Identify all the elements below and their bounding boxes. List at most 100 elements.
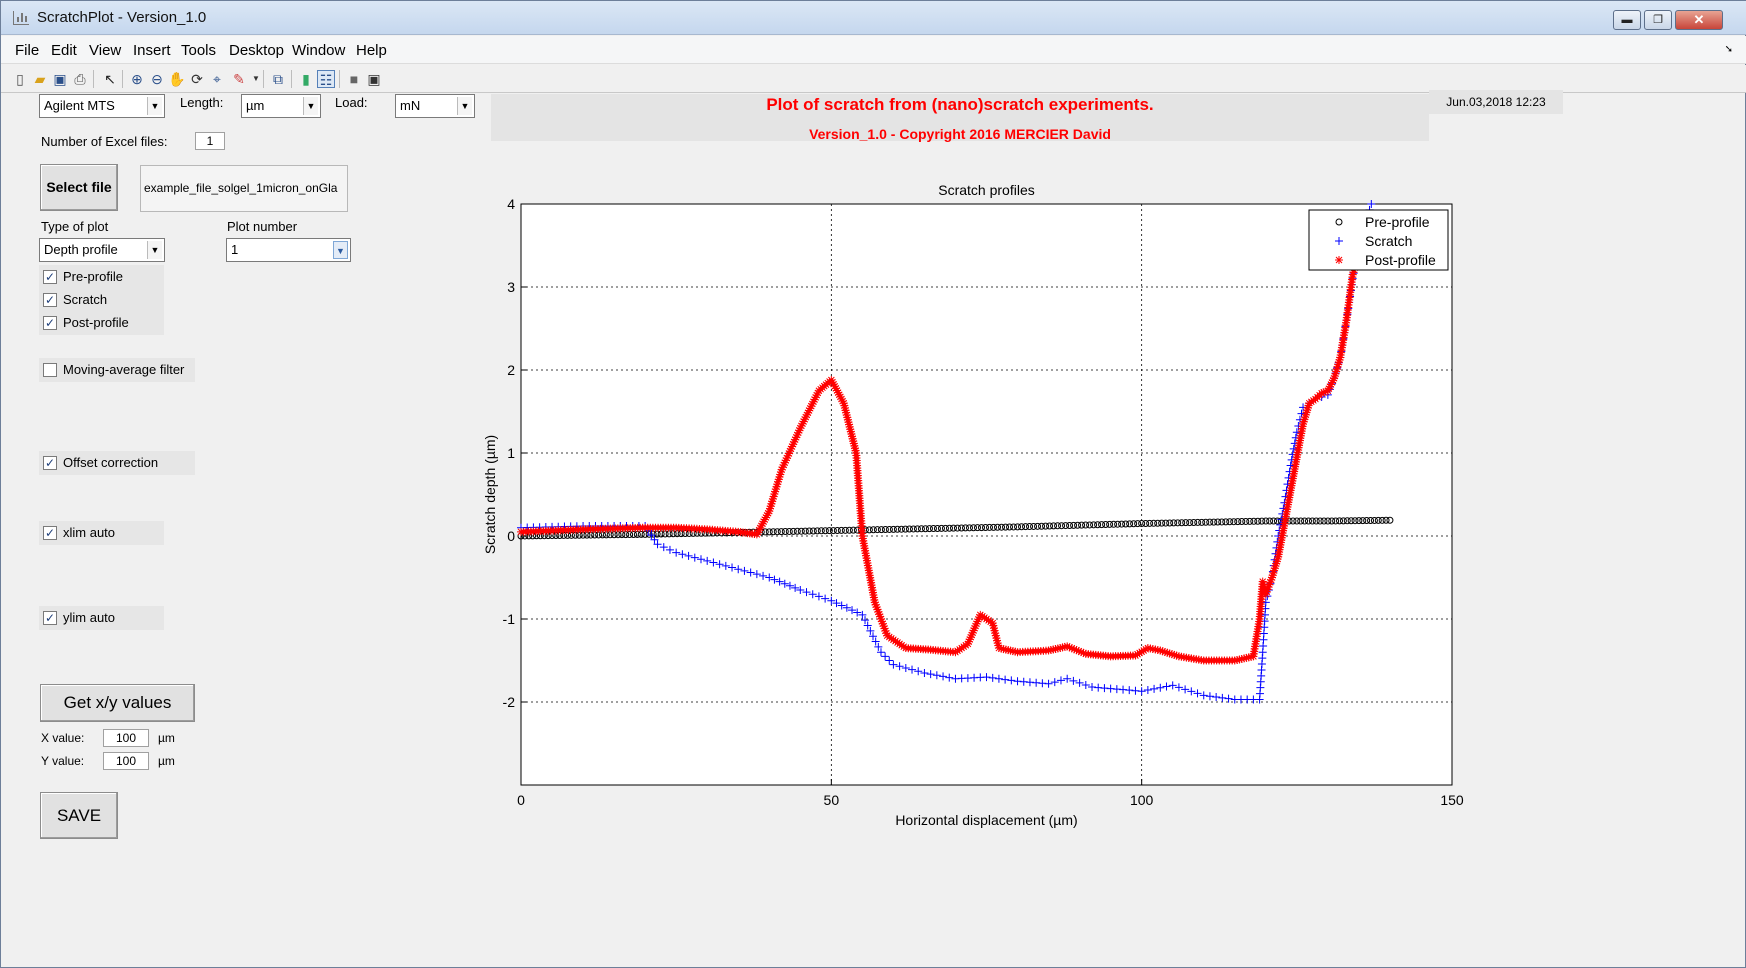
hide-plot-tools-icon[interactable]: ■ xyxy=(345,70,363,88)
x-axis-label: Horizontal displacement (µm) xyxy=(895,812,1077,828)
toolbar-separator xyxy=(93,70,94,88)
save-button[interactable]: SAVE xyxy=(40,792,118,839)
x-tick-label: 150 xyxy=(1440,792,1464,808)
y-tick-label: 0 xyxy=(507,528,515,544)
checkbox-check-icon: ✓ xyxy=(43,526,57,540)
chart-title: Scratch profiles xyxy=(938,182,1034,198)
new-file-icon[interactable]: ▯ xyxy=(11,70,29,88)
toolbar-separator xyxy=(291,70,292,88)
close-button[interactable]: ✕ xyxy=(1675,10,1723,30)
type-of-plot-value: Depth profile xyxy=(44,242,118,257)
get-xy-values-button[interactable]: Get x/y values xyxy=(40,684,195,722)
load-label: Load: xyxy=(335,95,368,110)
minimize-button[interactable]: ▬ xyxy=(1613,10,1641,30)
chevron-down-icon: ▼ xyxy=(147,97,162,115)
plot-number-label: Plot number xyxy=(227,219,298,234)
plot-area: 0 50 100 150 4 3 2 1 0 -1 -2 Scratch profiles Horizo… xyxy=(479,174,1499,934)
checkbox-check-icon: ✓ xyxy=(43,270,57,284)
chevron-down-icon: ▼ xyxy=(303,97,318,115)
menu-insert[interactable]: Insert xyxy=(133,42,171,59)
menu-dock-arrow-icon[interactable]: ➘ xyxy=(1725,44,1733,55)
legend-icon[interactable]: ☷ xyxy=(317,70,335,88)
plot-number-select[interactable]: 1 ▼ xyxy=(226,238,351,262)
y-tick-label: 1 xyxy=(507,445,515,461)
toolbar-separator xyxy=(122,70,123,88)
menu-tools[interactable]: Tools xyxy=(181,42,216,59)
colorbar-icon[interactable]: ▮ xyxy=(297,70,315,88)
pre-profile-label: Pre-profile xyxy=(63,269,123,284)
app-subtitle: Version_1.0 - Copyright 2016 MERCIER Dav… xyxy=(809,126,1111,142)
maximize-button[interactable]: ❐ xyxy=(1644,10,1672,30)
length-unit-value: µm xyxy=(246,98,265,113)
toolbar-separator xyxy=(339,70,340,88)
x-value-field[interactable]: 100 xyxy=(103,729,149,747)
y-value-label: Y value: xyxy=(41,754,85,768)
y-tick-label: 4 xyxy=(507,196,515,212)
instrument-select[interactable]: Agilent MTS ▼ xyxy=(39,94,165,118)
checkbox-check-icon: ✓ xyxy=(43,316,57,330)
legend-label: Post-profile xyxy=(1365,252,1436,268)
pan-hand-icon[interactable]: ✋ xyxy=(168,70,186,88)
menu-window[interactable]: Window xyxy=(292,42,345,59)
zoom-in-icon[interactable]: ⊕ xyxy=(128,70,146,88)
scratch-profile-chart[interactable]: 0 50 100 150 4 3 2 1 0 -1 -2 Scratch profiles Horizo… xyxy=(479,174,1499,934)
window-title: ScratchPlot - Version_1.0 xyxy=(37,9,207,26)
scratch-checkbox[interactable]: ✓ Scratch xyxy=(39,288,164,312)
moving-average-label: Moving-average filter xyxy=(63,362,185,377)
post-profile-checkbox[interactable]: ✓ Post-profile xyxy=(39,311,164,335)
rotate-3d-icon[interactable]: ⟳ xyxy=(188,70,206,88)
y-value-field[interactable]: 100 xyxy=(103,752,149,770)
date-display: Jun.03,2018 12:23 xyxy=(1429,90,1563,114)
link-plot-icon[interactable]: ⧉ xyxy=(269,70,287,88)
file-name-display: example_file_solgel_1micron_onGla xyxy=(140,165,348,212)
y-tick-label: -2 xyxy=(503,694,516,710)
y-tick-label: 3 xyxy=(507,279,515,295)
menu-help[interactable]: Help xyxy=(356,42,387,59)
app-icon xyxy=(13,11,29,25)
xlim-auto-checkbox[interactable]: ✓ xlim auto xyxy=(39,521,164,545)
x-value-label: X value: xyxy=(41,731,85,745)
legend-marker xyxy=(1335,256,1343,264)
data-cursor-icon[interactable]: ⌖ xyxy=(208,70,226,88)
header-panel: Plot of scratch from (nano)scratch exper… xyxy=(491,94,1429,142)
x-tick-label: 50 xyxy=(824,792,840,808)
x-tick-label: 0 xyxy=(517,792,525,808)
select-file-button[interactable]: Select file xyxy=(40,164,118,211)
ylim-auto-label: ylim auto xyxy=(63,610,116,625)
offset-correction-checkbox[interactable]: ✓ Offset correction xyxy=(39,451,195,475)
open-folder-icon[interactable]: ▰ xyxy=(31,70,49,88)
chevron-down-icon: ▼ xyxy=(333,241,348,259)
plot-number-value: 1 xyxy=(231,242,239,257)
type-of-plot-select[interactable]: Depth profile ▼ xyxy=(39,238,165,262)
y-axis-label: Scratch depth (µm) xyxy=(482,435,498,554)
moving-average-checkbox[interactable]: Moving-average filter xyxy=(39,358,195,382)
num-excel-field[interactable]: 1 xyxy=(195,132,225,150)
load-unit-select[interactable]: mN ▼ xyxy=(395,94,475,118)
save-icon[interactable]: ▣ xyxy=(51,70,69,88)
chevron-down-icon: ▼ xyxy=(457,97,472,115)
show-plot-tools-icon[interactable]: ▣ xyxy=(365,70,383,88)
toolbar: ▯ ▰ ▣ ⎙ ↖ ⊕ ⊖ ✋ ⟳ ⌖ ✎ ▼ ⧉ ▮ ☷ ■ ▣ xyxy=(1,65,1746,93)
length-label: Length: xyxy=(180,95,224,110)
axes-background xyxy=(520,203,1453,786)
brush-icon[interactable]: ✎ xyxy=(230,70,248,88)
checkbox-check-icon: ✓ xyxy=(43,456,57,470)
toolbar-separator xyxy=(263,70,264,88)
ylim-auto-checkbox[interactable]: ✓ ylim auto xyxy=(39,606,164,630)
zoom-out-icon[interactable]: ⊖ xyxy=(148,70,166,88)
num-excel-label: Number of Excel files: xyxy=(41,134,168,149)
app-title: Plot of scratch from (nano)scratch exper… xyxy=(766,95,1154,114)
menu-desktop[interactable]: Desktop xyxy=(229,42,284,59)
scratch-label: Scratch xyxy=(63,292,108,307)
checkbox-check-icon: ✓ xyxy=(43,611,57,625)
load-unit-value: mN xyxy=(400,98,421,113)
pointer-icon[interactable]: ↖ xyxy=(101,70,119,88)
xlim-auto-label: xlim auto xyxy=(63,525,116,540)
pre-profile-checkbox[interactable]: ✓ Pre-profile xyxy=(39,265,164,289)
menu-edit[interactable]: Edit xyxy=(51,42,77,59)
chevron-down-icon: ▼ xyxy=(147,241,162,259)
menu-view[interactable]: View xyxy=(89,42,121,59)
print-icon[interactable]: ⎙ xyxy=(71,70,89,88)
menu-file[interactable]: File xyxy=(15,42,39,59)
length-unit-select[interactable]: µm ▼ xyxy=(241,94,321,118)
